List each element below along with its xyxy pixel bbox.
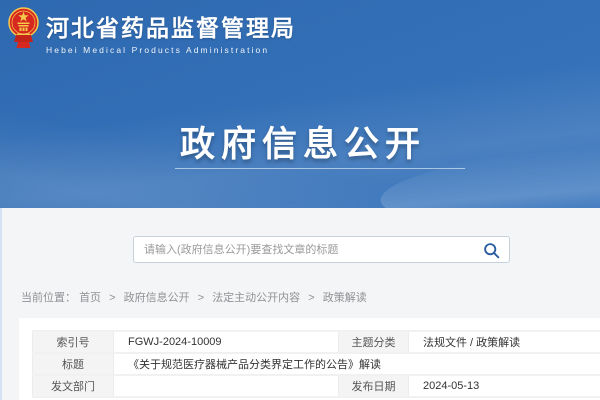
title-label: 标题 [33,353,114,375]
topic-category-label: 主题分类 [339,331,409,353]
breadcrumb-separator: > [308,292,314,304]
issuing-department-value [114,375,339,397]
search-button[interactable] [482,241,501,260]
issuing-department-label: 发文部门 [33,375,114,397]
index-number-label: 索引号 [33,331,114,353]
publish-date-value: 2024-05-13 [409,375,600,397]
breadcrumb-item-disclosure-content[interactable]: 法定主动公开内容 [212,292,300,304]
search-input[interactable] [134,237,509,262]
search-box [133,236,510,263]
index-number-value: FGWJ-2024-10009 [114,331,339,353]
table-row: 索引号 FGWJ-2024-10009 主题分类 法规文件 / 政策解读 [33,331,600,353]
document-title-value[interactable]: 《关于规范医疗器械产品分类界定工作的公告》解读 [114,353,600,375]
breadcrumb: 当前位置： 首页 > 政府信息公开 > 法定主动公开内容 > 政策解读 [21,289,367,305]
doc-info-table: 索引号 FGWJ-2024-10009 主题分类 法规文件 / 政策解读 标题 … [32,330,600,398]
site-subtitle: Hebei Medical Products Administration [46,45,296,55]
breadcrumb-separator: > [198,292,204,304]
breadcrumb-item-policy-interpretation[interactable]: 政策解读 [323,292,367,304]
table-row: 发文部门 发布日期 2024-05-13 [33,375,600,397]
banner-underline [175,168,465,169]
site-title-block: 河北省药品监督管理局 Hebei Medical Products Admini… [46,7,296,55]
search-icon [483,242,500,259]
page-left-edge-divider [0,208,2,400]
breadcrumb-prefix: 当前位置： [21,292,76,304]
search-section [133,236,510,263]
topic-category-value: 法规文件 / 政策解读 [409,331,600,353]
site-title: 河北省药品监督管理局 [46,16,296,41]
site-header: 河北省药品监督管理局 Hebei Medical Products Admini… [0,0,600,208]
content-card: 索引号 FGWJ-2024-10009 主题分类 法规文件 / 政策解读 标题 … [19,318,600,400]
page-title: 政府信息公开 [0,116,600,167]
site-brand[interactable]: 河北省药品监督管理局 Hebei Medical Products Admini… [8,7,296,55]
breadcrumb-separator: > [109,292,115,304]
china-national-emblem-icon [8,7,39,53]
publish-date-label: 发布日期 [339,375,409,397]
table-row: 标题 《关于规范医疗器械产品分类界定工作的公告》解读 [33,353,600,375]
breadcrumb-item-home[interactable]: 首页 [79,292,101,304]
breadcrumb-item-gov-info[interactable]: 政府信息公开 [124,292,190,304]
